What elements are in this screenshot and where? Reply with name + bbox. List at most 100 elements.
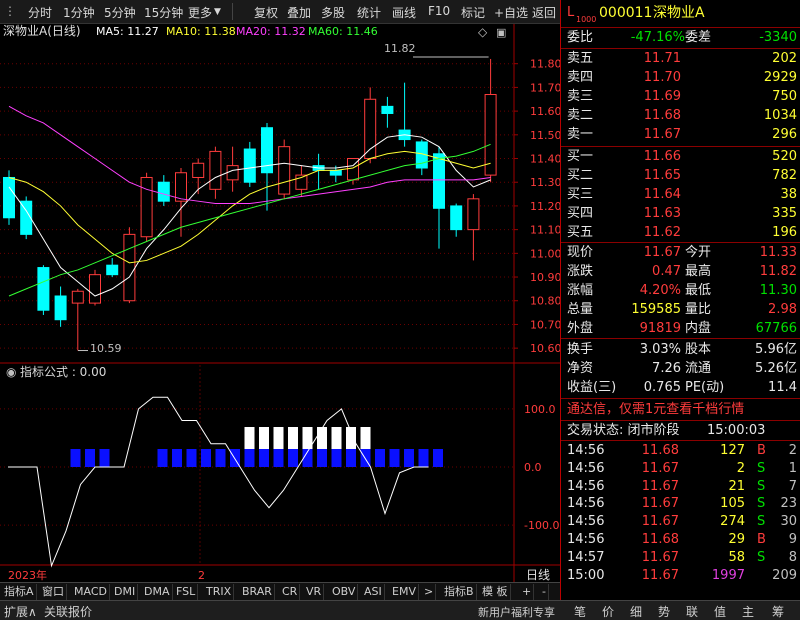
price-tick-label: 11.50 xyxy=(530,129,560,142)
promo-banner[interactable]: 通达信，仅需1元查看千档行情 xyxy=(567,401,744,419)
tab-tick[interactable]: 笔 xyxy=(574,603,586,620)
indicator-collapse-icon[interactable]: ◉ xyxy=(6,365,16,379)
ask-level-label: 卖一 xyxy=(567,127,594,142)
chart-expand-icon[interactable]: ▣ xyxy=(496,26,506,39)
tab-vr[interactable]: VR xyxy=(304,584,325,600)
candle-up xyxy=(71,290,84,304)
toolbar-btn-back[interactable]: 返回 xyxy=(532,4,556,21)
indicator-title: 指标公式 : 0.00 xyxy=(20,364,106,379)
chart-grid xyxy=(0,24,560,584)
stat-label: 外盘 xyxy=(567,321,594,336)
toolbar-btn-15min[interactable]: 15分钟 xyxy=(144,4,183,21)
weicha-label: 委差 xyxy=(685,30,712,45)
expand-button[interactable]: 扩展∧ xyxy=(4,603,37,620)
indicator-blue-bar xyxy=(317,449,327,467)
tick-side: S xyxy=(757,514,766,530)
toolbar-grip-icon[interactable]: ⋮ xyxy=(4,4,16,18)
tick-side: S xyxy=(757,549,766,565)
tab-emv[interactable]: EMV xyxy=(390,584,419,600)
toolbar-btn-add-watchlist[interactable]: +自选 xyxy=(494,4,528,21)
ask-price: 11.68 xyxy=(643,108,681,123)
tick-side: S xyxy=(757,478,766,494)
ask-row: 卖一 11.67 296 xyxy=(561,126,800,144)
tab-dmi[interactable]: DMI xyxy=(112,584,139,600)
related-quote-button[interactable]: 关联报价 xyxy=(44,603,92,620)
tab-dma[interactable]: DMA xyxy=(142,584,173,600)
settings-diamond-icon[interactable]: ◇ xyxy=(478,25,488,39)
date-month-label: 2 xyxy=(198,569,205,582)
fund-row: 换手 3.03% 股本 5.96亿 xyxy=(561,341,800,359)
tab-fsl[interactable]: FSL xyxy=(174,584,199,600)
ask-row: 卖三 11.69 750 xyxy=(561,88,800,106)
tab-cr[interactable]: CR xyxy=(280,584,301,600)
toolbar-btn-more[interactable]: 更多 xyxy=(188,4,212,21)
fund-value: 5.26亿 xyxy=(755,361,797,376)
tab-macd[interactable]: MACD xyxy=(72,584,110,600)
tab-indicator-b[interactable]: 指标B xyxy=(442,584,477,600)
promo-link[interactable]: 新用户福利专享 xyxy=(478,604,555,620)
price-tick-label: 10.80 xyxy=(530,295,560,308)
stat-row: 总量 159585 量比 2.98 xyxy=(561,301,800,319)
tab-detail[interactable]: 细 xyxy=(630,603,642,620)
toolbar-btn-draw[interactable]: 画线 xyxy=(392,4,416,21)
tab-trend[interactable]: 势 xyxy=(658,603,670,620)
stat-label: 总量 xyxy=(567,302,594,317)
tick-row: 14:56 11.67 105 S 23 xyxy=(561,495,800,513)
bid-price: 11.63 xyxy=(643,206,681,221)
bid-level-label: 买四 xyxy=(567,206,594,221)
tick-price: 11.67 xyxy=(641,496,679,512)
tab-asi[interactable]: ASI xyxy=(362,584,385,600)
toolbar-btn-intraday[interactable]: 分时 xyxy=(28,4,52,21)
indicator-white-bar xyxy=(331,427,342,449)
tab-chips[interactable]: 筹 xyxy=(772,603,784,620)
tab-scroll-right[interactable]: > xyxy=(422,584,437,600)
tab-window[interactable]: 窗口 xyxy=(40,584,67,600)
tab-link[interactable]: 联 xyxy=(686,603,698,620)
candle-down xyxy=(54,295,67,321)
toolbar-btn-mark[interactable]: 标记 xyxy=(461,4,485,21)
indicator-blue-bar xyxy=(215,449,226,467)
tab-price[interactable]: 价 xyxy=(602,603,614,620)
indicator-white-bar xyxy=(288,427,298,449)
bid-row: 买三 11.64 38 xyxy=(561,186,800,204)
toolbar-btn-multi[interactable]: 多股 xyxy=(321,4,345,21)
weicha-value: -3340 xyxy=(759,30,797,45)
toolbar-btn-stats[interactable]: 统计 xyxy=(357,4,381,21)
toolbar-btn-overlay[interactable]: 叠加 xyxy=(287,4,311,21)
fund-value: 11.4 xyxy=(768,380,797,395)
tab-indicator-a[interactable]: 指标A xyxy=(2,584,37,600)
tab-main[interactable]: 主 xyxy=(742,603,754,620)
indicator-white-bar xyxy=(259,427,269,449)
tab-brar[interactable]: BRAR xyxy=(240,584,275,600)
more-dropdown-icon[interactable]: ▼ xyxy=(214,7,221,17)
ask-volume: 296 xyxy=(772,127,797,142)
tick-count: 9 xyxy=(788,532,797,547)
tab-trix[interactable]: TRIX xyxy=(204,584,235,600)
stock-name: 深物业A xyxy=(653,5,705,21)
indicator-white-bar xyxy=(317,427,327,449)
bid-volume: 38 xyxy=(780,187,797,202)
tick-time: 14:56 xyxy=(567,496,605,512)
tab-value[interactable]: 值 xyxy=(714,603,726,620)
kline-chart[interactable]: 11.80 11.70 11.60 11.50 11.40 11.30 11.20 11.10… xyxy=(0,24,560,584)
zoom-in-button[interactable]: + xyxy=(520,584,535,600)
tick-row: 14:56 11.68 127 B 2 xyxy=(561,442,800,460)
tick-row: 14:56 11.67 2 S 1 xyxy=(561,460,800,478)
period-label: 日线 xyxy=(526,568,550,582)
toolbar-btn-1min[interactable]: 1分钟 xyxy=(63,4,95,21)
stat-value: 4.20% xyxy=(639,283,681,298)
bid-row: 买二 11.65 782 xyxy=(561,167,800,185)
fund-label: PE(动) xyxy=(685,380,725,395)
toolbar-btn-f10[interactable]: F10 xyxy=(428,4,450,18)
tab-template[interactable]: 模 板 xyxy=(480,584,511,600)
indicator-white-bar xyxy=(273,427,284,449)
zoom-out-button[interactable]: - xyxy=(540,584,549,600)
stat-value: 67766 xyxy=(755,321,797,336)
high-price-label: 11.82 xyxy=(384,42,416,55)
toolbar-btn-5min[interactable]: 5分钟 xyxy=(104,4,136,21)
tab-obv[interactable]: OBV xyxy=(330,584,359,600)
tick-volume: 29 xyxy=(728,532,745,547)
stat-value: 11.30 xyxy=(759,283,797,298)
candle-up xyxy=(140,176,153,238)
toolbar-btn-adjust[interactable]: 复权 xyxy=(254,4,278,21)
